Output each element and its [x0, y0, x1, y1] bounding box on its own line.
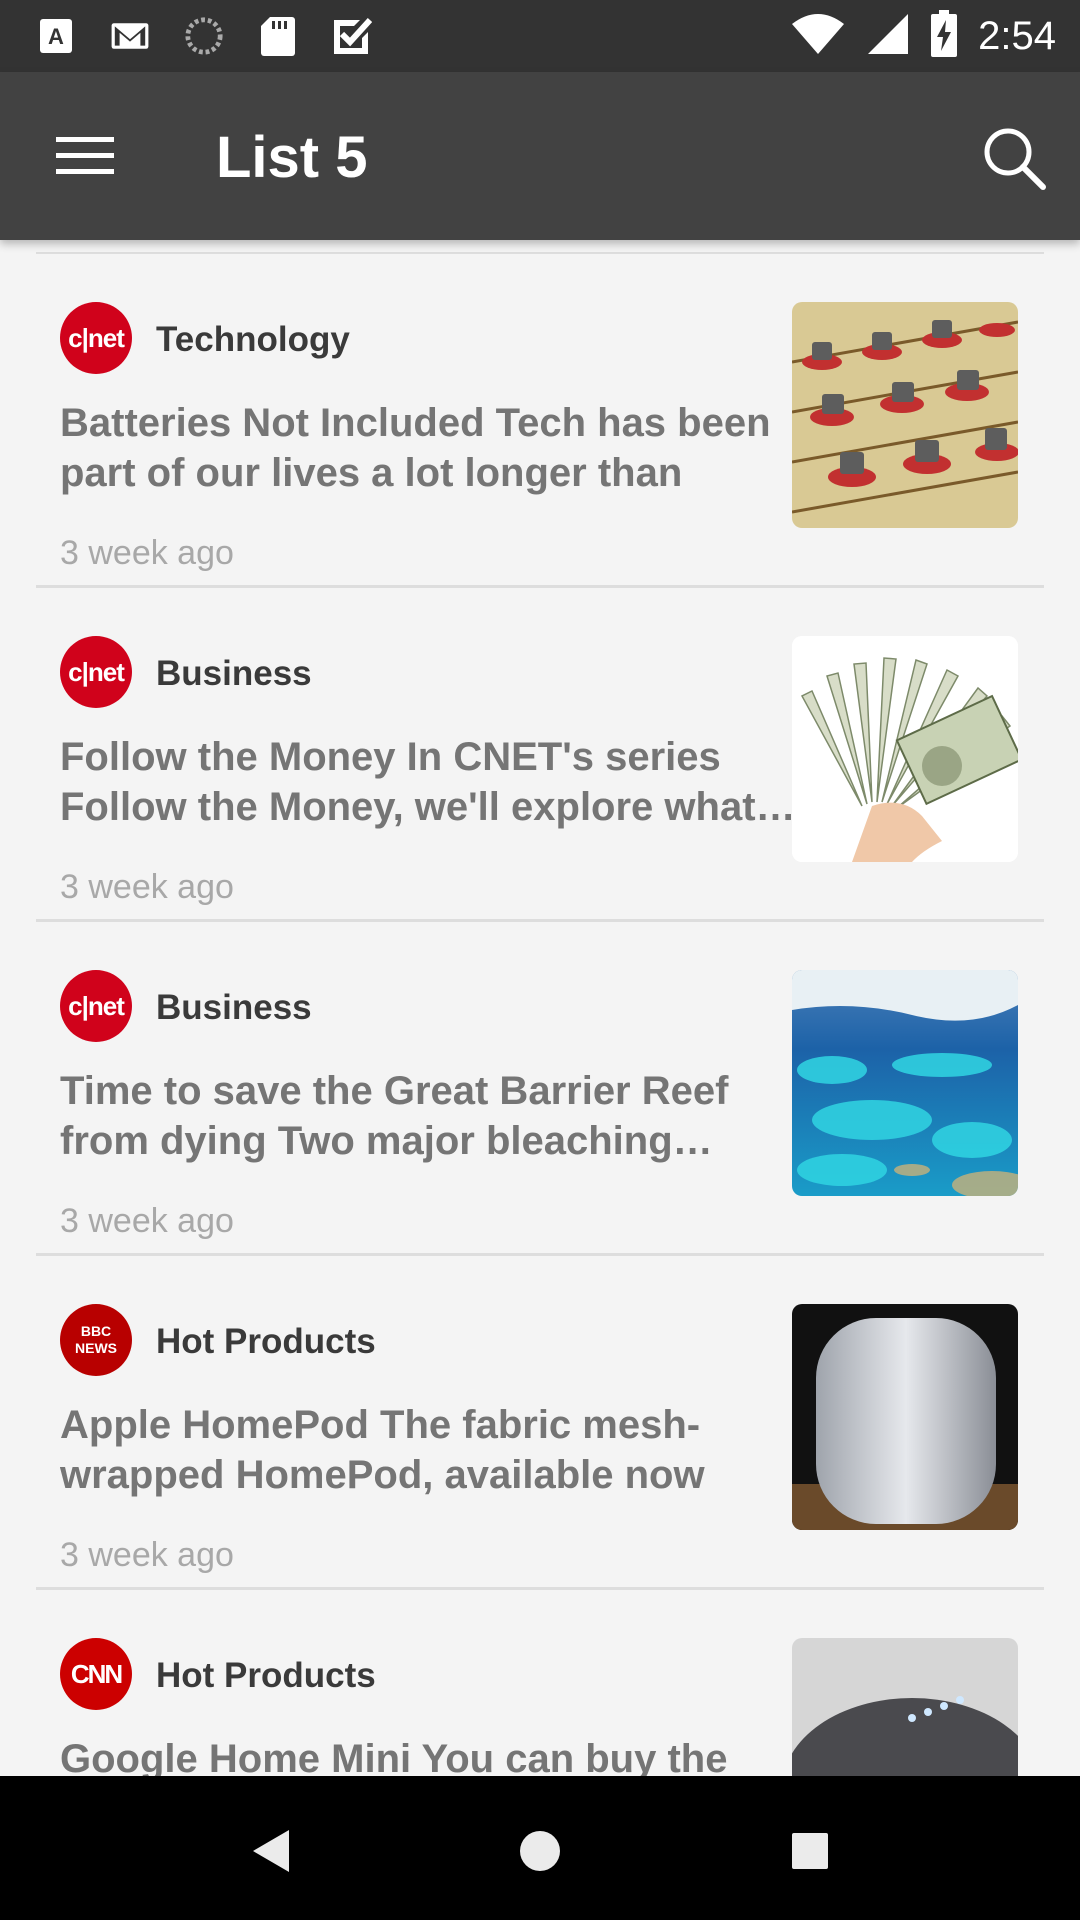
- app-bar: List 5: [0, 72, 1080, 240]
- signal-icon: [866, 12, 910, 61]
- clock-time: 2:54: [978, 14, 1056, 58]
- article-category: Business: [156, 988, 312, 1027]
- recents-button[interactable]: [775, 1816, 845, 1886]
- article-item[interactable]: c|net Business Time to save the Great Ba…: [36, 922, 1044, 1256]
- font-a-icon: A: [36, 14, 76, 58]
- home-button[interactable]: [505, 1816, 575, 1886]
- article-headline[interactable]: Google Home Mini You can buy the: [60, 1734, 800, 1776]
- article-item[interactable]: c|net Technology Batteries Not Included …: [36, 254, 1044, 588]
- article-time: 3 week ago: [60, 1202, 234, 1240]
- notification-icons: A: [36, 14, 372, 58]
- article-item[interactable]: c|net Business Follow the Money In CNET'…: [36, 588, 1044, 922]
- navigation-bar: [0, 1776, 1080, 1920]
- sync-circle-icon: [184, 14, 224, 58]
- article-thumbnail-homepod[interactable]: [792, 1304, 1018, 1530]
- checkbox-icon: [332, 14, 372, 58]
- cnet-logo: c|net: [60, 636, 132, 708]
- bbc-news-logo: BBC NEWS: [60, 1304, 132, 1376]
- article-category: Hot Products: [156, 1322, 376, 1361]
- article-time: 3 week ago: [60, 534, 234, 572]
- article-time: 3 week ago: [60, 1536, 234, 1574]
- article-headline[interactable]: Apple HomePod The fabric mesh-wrapped Ho…: [60, 1400, 800, 1500]
- status-bar: A 2:54: [0, 0, 1080, 72]
- article-thumbnail-batteries[interactable]: [792, 302, 1018, 528]
- menu-button[interactable]: [40, 122, 130, 190]
- cnet-logo: c|net: [60, 970, 132, 1042]
- menu-icon: [56, 137, 114, 174]
- article-headline[interactable]: Batteries Not Included Tech has been par…: [60, 398, 800, 498]
- article-list[interactable]: c|net Technology Batteries Not Included …: [0, 240, 1080, 1776]
- svg-text:A: A: [48, 24, 64, 49]
- article-item[interactable]: BBC NEWS Hot Products Apple HomePod The …: [36, 1256, 1044, 1590]
- search-icon: [984, 128, 1046, 190]
- article-category: Hot Products: [156, 1656, 376, 1695]
- system-icons: 2:54: [790, 10, 1056, 63]
- sd-card-icon: [258, 14, 298, 58]
- article-thumbnail-money[interactable]: [792, 636, 1018, 862]
- article-time: 3 week ago: [60, 868, 234, 906]
- home-circle-icon: [520, 1831, 560, 1871]
- article-headline[interactable]: Time to save the Great Barrier Reef from…: [60, 1066, 800, 1166]
- gmail-icon: [110, 14, 150, 58]
- article-thumbnail-google-home-mini[interactable]: [792, 1638, 1018, 1776]
- cnet-logo: c|net: [60, 302, 132, 374]
- wifi-icon: [790, 12, 846, 61]
- battery-charging-icon: [930, 10, 958, 63]
- page-title: List 5: [216, 125, 368, 190]
- article-item[interactable]: CNN Hot Products Google Home Mini You ca…: [36, 1590, 1044, 1776]
- article-category: Business: [156, 654, 312, 693]
- recents-square-icon: [792, 1833, 828, 1869]
- back-button[interactable]: [236, 1816, 306, 1886]
- article-headline[interactable]: Follow the Money In CNET's series Follow…: [60, 732, 800, 832]
- article-thumbnail-reef[interactable]: [792, 970, 1018, 1196]
- back-triangle-icon: [253, 1830, 289, 1872]
- article-category: Technology: [156, 320, 350, 359]
- cnn-logo: CNN: [60, 1638, 132, 1710]
- search-button[interactable]: [974, 120, 1054, 196]
